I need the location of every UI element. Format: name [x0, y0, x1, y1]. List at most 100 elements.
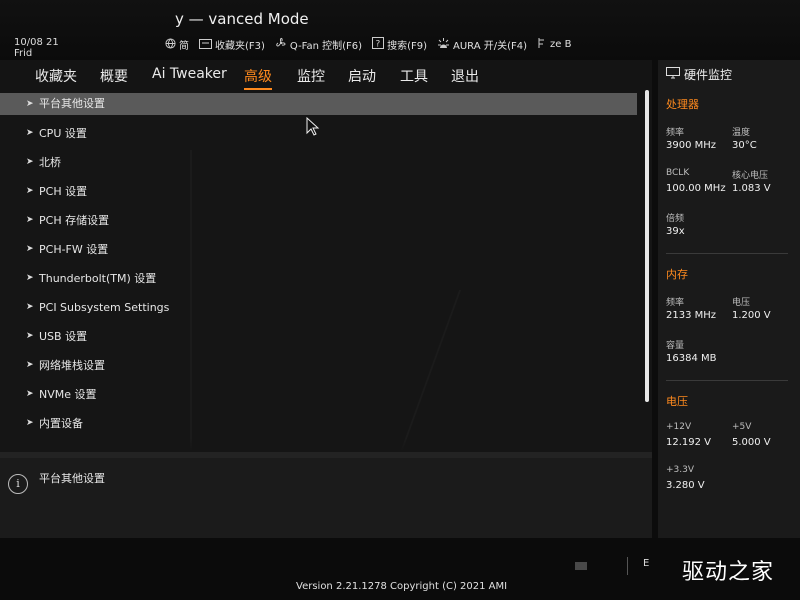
list-item-label: PCH 设置 [39, 185, 88, 198]
day-text: Frid [14, 48, 33, 59]
folder-icon [199, 38, 212, 52]
list-item-platform-misc[interactable]: ➤ 平台其他设置 [0, 93, 637, 115]
list-item-thunderbolt[interactable]: ➤ Thunderbolt(TM) 设置 [0, 267, 640, 296]
tab-exit[interactable]: 退出 [451, 66, 479, 86]
chevron-right-icon: ➤ [26, 418, 34, 428]
settings-panel: ➤ 平台其他设置 ➤ CPU 设置 ➤ 北桥 ➤ PCH 设置 ➤ PCH 存储… [0, 90, 682, 452]
resize-label: ze B [550, 39, 572, 50]
top-bar: y — vanced Mode 10/08 21 Frid 简 收藏夹(F3) … [0, 0, 800, 60]
tab-boot[interactable]: 启动 [348, 66, 376, 86]
chevron-right-icon: ➤ [26, 389, 34, 399]
mem-freq-value: 2133 MHz [666, 310, 717, 321]
footer: E 驱动之家 Version 2.21.1278 Copyright (C) 2… [0, 538, 800, 600]
divider [627, 557, 628, 575]
resize-button[interactable]: ze B [537, 37, 571, 52]
cpu-freq-value: 3900 MHz [666, 140, 717, 151]
settings-list: ➤ 平台其他设置 ➤ CPU 设置 ➤ 北桥 ➤ PCH 设置 ➤ PCH 存储… [0, 93, 640, 441]
hardware-monitor-title: 硬件监控 [666, 66, 732, 83]
main-menu: 收藏夹 概要 Ai Tweaker 高级 监控 启动 工具 退出 [0, 60, 652, 91]
monitor-icon [666, 67, 680, 82]
svg-text:?: ? [376, 40, 381, 50]
aura-label: AURA 开/关(F4) [453, 41, 528, 52]
language-button[interactable]: 简 [165, 37, 189, 52]
list-item-pch-fw[interactable]: ➤ PCH-FW 设置 [0, 238, 640, 267]
toolbar: 简 收藏夹(F3) Q-Fan 控制(F6) ? 搜索(F9) AURA 开/关… [165, 37, 571, 52]
divider [666, 253, 788, 254]
tab-advanced[interactable]: 高级 [244, 66, 272, 90]
list-item-onboard-devices[interactable]: ➤ 内置设备 [0, 412, 640, 441]
mem-cap-value: 16384 MB [666, 353, 717, 364]
chevron-right-icon: ➤ [26, 157, 34, 167]
divider [666, 380, 788, 381]
list-item-label: 北桥 [39, 156, 61, 169]
list-item-usb[interactable]: ➤ USB 设置 [0, 325, 640, 354]
mem-freq-label: 频率 [666, 298, 685, 308]
tab-ai-tweaker[interactable]: Ai Tweaker [152, 66, 227, 82]
list-item-label: CPU 设置 [39, 127, 87, 140]
v33-value: 3.280 V [666, 480, 705, 491]
help-text: 平台其他设置 [39, 472, 105, 485]
memory-heading: 内存 [666, 268, 688, 281]
chevron-right-icon: ➤ [26, 186, 34, 196]
tab-favorites[interactable]: 收藏夹 [35, 66, 77, 86]
help-icon: ? [372, 37, 385, 52]
favorites-button[interactable]: 收藏夹(F3) [199, 37, 265, 52]
cpu-heading: 处理器 [666, 98, 699, 111]
list-item-label: 内置设备 [39, 417, 83, 430]
list-item-label: 平台其他设置 [39, 97, 105, 110]
v5-label: +5V [732, 422, 752, 432]
v5-value: 5.000 V [732, 437, 771, 448]
search-label: 搜索(F9) [387, 41, 427, 52]
chevron-right-icon: ➤ [26, 273, 34, 283]
list-item-pch-storage[interactable]: ➤ PCH 存储设置 [0, 209, 640, 238]
list-item-label: Thunderbolt(TM) 设置 [39, 272, 157, 285]
aura-button[interactable]: AURA 开/关(F4) [437, 37, 527, 52]
tab-overview[interactable]: 概要 [100, 66, 128, 86]
date-time: 10/08 21 Frid [14, 37, 59, 59]
monitor-title-text: 硬件监控 [684, 68, 733, 82]
info-icon: i [8, 474, 28, 494]
mouse-cursor-icon [306, 116, 320, 137]
v33-label: +3.3V [666, 465, 695, 475]
fan-icon [275, 37, 287, 52]
mem-volt-value: 1.200 V [732, 310, 771, 321]
list-item-northbridge[interactable]: ➤ 北桥 [0, 151, 640, 180]
language-label: 简 [179, 41, 189, 52]
chevron-right-icon: ➤ [26, 99, 34, 109]
tab-tool[interactable]: 工具 [400, 66, 428, 86]
vcore-label: 核心电压 [732, 171, 769, 181]
ratio-label: 倍频 [666, 214, 685, 224]
cpu-temp-label: 温度 [732, 128, 751, 138]
tab-monitor[interactable]: 监控 [297, 66, 325, 86]
scrollbar[interactable] [645, 90, 649, 402]
cpu-freq-label: 频率 [666, 128, 685, 138]
date-text: 10/08 21 [14, 37, 59, 48]
chevron-right-icon: ➤ [26, 331, 34, 341]
ez-mode-button[interactable]: E [643, 558, 649, 569]
vcore-value: 1.083 V [732, 183, 771, 194]
list-item-pch[interactable]: ➤ PCH 设置 [0, 180, 640, 209]
list-item-nvme[interactable]: ➤ NVMe 设置 [0, 383, 640, 412]
mem-volt-label: 电压 [732, 298, 751, 308]
list-item-network-stack[interactable]: ➤ 网络堆栈设置 [0, 354, 640, 383]
bclk-label: BCLK [666, 168, 690, 178]
blurred-button[interactable] [575, 562, 587, 570]
list-item-label: PCH 存储设置 [39, 214, 110, 227]
list-item-label: NVMe 设置 [39, 388, 97, 401]
qfan-button[interactable]: Q-Fan 控制(F6) [275, 37, 362, 52]
list-item-label: 网络堆栈设置 [39, 359, 105, 372]
mem-cap-label: 容量 [666, 341, 685, 351]
list-item-cpu[interactable]: ➤ CPU 设置 [0, 122, 640, 151]
list-item-label: PCH-FW 设置 [39, 243, 109, 256]
list-fade [0, 438, 640, 452]
list-item-label: USB 设置 [39, 330, 88, 343]
chevron-right-icon: ➤ [26, 215, 34, 225]
bclk-value: 100.00 MHz [666, 183, 726, 194]
watermark-brand: 驱动之家 [682, 560, 775, 585]
version-text: Version 2.21.1278 Copyright (C) 2021 AMI [296, 581, 508, 592]
voltage-heading: 电压 [666, 395, 688, 408]
search-button[interactable]: ? 搜索(F9) [372, 37, 427, 52]
list-item-pci-subsystem[interactable]: ➤ PCI Subsystem Settings [0, 296, 640, 325]
v12-label: +12V [666, 422, 692, 432]
cpu-temp-value: 30°C [732, 140, 757, 151]
